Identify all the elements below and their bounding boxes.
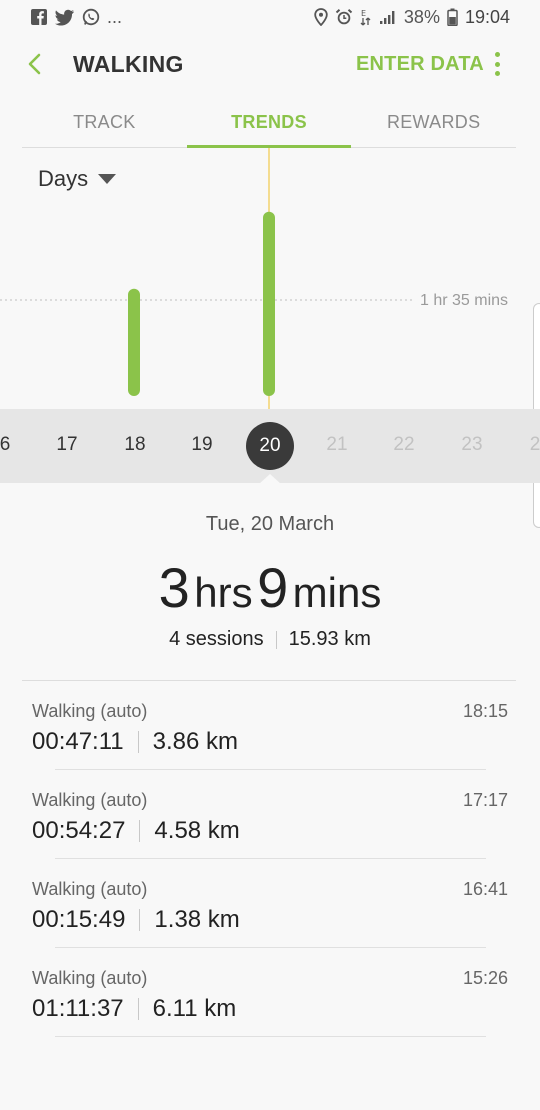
session-item[interactable]: Walking (auto) 16:41 00:15:49 1.38 km <box>0 859 540 948</box>
more-notifications: ... <box>107 6 123 27</box>
session-distance: 1.38 km <box>154 906 240 933</box>
enter-data-button[interactable]: ENTER DATA <box>356 53 484 76</box>
summary-date: Tue, 20 March <box>205 513 335 535</box>
back-button[interactable] <box>22 50 50 78</box>
separator <box>137 998 139 1020</box>
location-icon <box>314 8 328 26</box>
period-dropdown[interactable]: Days <box>38 166 117 192</box>
session-name: Walking (auto) <box>32 968 148 988</box>
chevron-left-icon <box>28 53 41 75</box>
session-item[interactable]: Walking (auto) 17:17 00:54:27 4.58 km <box>0 770 540 859</box>
session-stats: 00:47:11 3.86 km <box>32 728 238 756</box>
session-start-time: 17:17 <box>462 790 508 810</box>
session-stats: 01:11:37 6.11 km <box>32 995 236 1023</box>
session-start-time: 16:41 <box>462 879 508 899</box>
session-stats: 00:54:27 4.58 km <box>32 817 240 845</box>
separator <box>137 731 139 753</box>
date-24[interactable]: 2 <box>515 434 540 456</box>
total-minutes: 9 <box>257 556 289 619</box>
date-strip: 6 17 18 19 20 21 22 23 2 <box>0 409 540 483</box>
date-16[interactable]: 6 <box>0 434 25 456</box>
facebook-icon <box>30 8 48 26</box>
separator <box>275 630 277 649</box>
date-17[interactable]: 17 <box>47 434 87 456</box>
alarm-icon <box>335 8 353 26</box>
reference-line-label: 1 hr 35 mins <box>420 292 509 309</box>
tab-track[interactable]: TRACK <box>22 94 187 147</box>
status-bar: ... E 38% 19:04 <box>0 0 540 34</box>
twitter-icon <box>55 9 75 26</box>
data-e-icon: E <box>360 8 372 26</box>
total-duration: 3 hrs 9 mins <box>0 555 540 620</box>
hours-unit: hrs <box>194 569 253 616</box>
chart-bar-day-18[interactable] <box>128 288 140 396</box>
tab-rewards[interactable]: REWARDS <box>351 94 516 147</box>
selection-pointer <box>259 474 281 484</box>
session-name: Walking (auto) <box>32 879 148 899</box>
whatsapp-icon <box>82 8 100 26</box>
session-item[interactable]: Walking (auto) 15:26 01:11:37 6.11 km <box>0 948 540 1037</box>
session-duration: 00:54:27 <box>32 817 126 844</box>
separator <box>139 820 141 842</box>
more-options-icon[interactable] <box>486 50 508 78</box>
date-21[interactable]: 21 <box>317 434 357 456</box>
session-duration: 00:15:49 <box>32 906 126 933</box>
tab-bar: TRACK TRENDS REWARDS <box>22 94 516 148</box>
session-distance: 6.11 km <box>152 995 237 1022</box>
session-distance: 4.58 km <box>154 817 240 844</box>
page-title: WALKING <box>73 51 184 77</box>
minutes-unit: mins <box>292 569 382 616</box>
session-start-time: 15:26 <box>462 968 508 988</box>
app-bar: WALKING ENTER DATA <box>0 34 540 94</box>
session-duration: 00:47:11 <box>32 728 124 755</box>
dropdown-arrow-icon <box>98 174 117 184</box>
session-name: Walking (auto) <box>32 790 148 810</box>
period-label: Days <box>38 166 89 191</box>
date-19[interactable]: 19 <box>182 434 222 456</box>
svg-text:E: E <box>361 9 366 18</box>
date-18[interactable]: 18 <box>115 434 155 456</box>
session-duration: 01:11:37 <box>32 995 124 1022</box>
battery-percent: 38% <box>403 6 440 27</box>
date-20-selected[interactable]: 20 <box>246 422 294 470</box>
summary-meta: 4 sessions 15.93 km <box>0 628 540 651</box>
date-22[interactable]: 22 <box>384 434 424 456</box>
signal-icon <box>379 9 397 25</box>
session-name: Walking (auto) <box>32 701 148 721</box>
separator <box>139 909 141 931</box>
total-distance: 15.93 km <box>288 628 371 650</box>
session-distance: 3.86 km <box>152 728 239 755</box>
session-stats: 00:15:49 1.38 km <box>32 906 240 934</box>
tab-trends[interactable]: TRENDS <box>186 94 352 148</box>
date-23[interactable]: 23 <box>452 434 492 456</box>
battery-icon <box>447 8 458 26</box>
session-start-time: 18:15 <box>462 701 508 721</box>
session-list: Walking (auto) 18:15 00:47:11 3.86 km Wa… <box>0 681 540 1037</box>
total-hours: 3 <box>158 556 190 619</box>
divider <box>55 1036 486 1037</box>
clock: 19:04 <box>464 6 510 27</box>
chart-bar-day-20[interactable] <box>263 211 275 396</box>
session-count: 4 sessions <box>169 628 264 650</box>
session-item[interactable]: Walking (auto) 18:15 00:47:11 3.86 km <box>0 681 540 770</box>
